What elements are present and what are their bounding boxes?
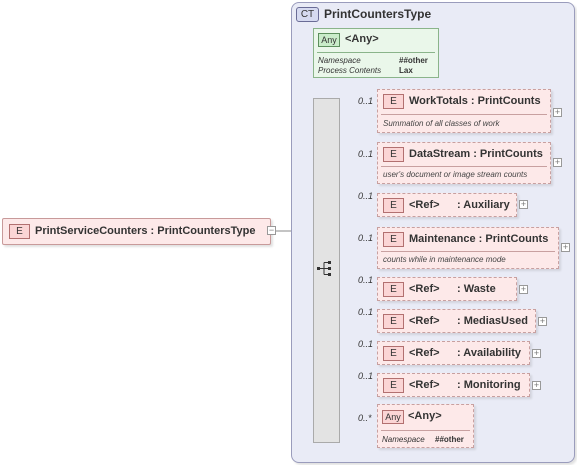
divider bbox=[381, 430, 470, 431]
cardinality: 0..1 bbox=[358, 275, 374, 285]
element-ref-mediasused[interactable]: E <Ref> : MediasUsed bbox=[377, 309, 536, 333]
cardinality: 0..1 bbox=[358, 339, 374, 349]
element-name: : Availability bbox=[457, 347, 521, 359]
namespace-label: Namespace bbox=[382, 435, 425, 444]
any-tag: Any bbox=[318, 33, 340, 47]
expand-toggle[interactable]: + bbox=[532, 381, 541, 390]
any-tag: Any bbox=[382, 410, 404, 424]
cardinality: 0..1 bbox=[358, 371, 374, 381]
root-element-name: PrintServiceCounters : PrintCountersType bbox=[35, 225, 256, 237]
expand-toggle[interactable]: + bbox=[519, 285, 528, 294]
element-ref-auxiliary[interactable]: E <Ref> : Auxiliary bbox=[377, 193, 517, 217]
namespace-label: Namespace bbox=[318, 56, 361, 65]
complex-type-title: PrintCountersType bbox=[324, 7, 432, 21]
namespace-value: ##other bbox=[435, 435, 464, 444]
complex-type-tag: CT bbox=[296, 7, 319, 22]
divider bbox=[381, 114, 547, 115]
element-tag: E bbox=[383, 232, 404, 247]
collapse-toggle[interactable]: − bbox=[267, 226, 276, 235]
element-name: DataStream : PrintCounts bbox=[409, 148, 543, 160]
element-ref-waste[interactable]: E <Ref> : Waste bbox=[377, 277, 517, 301]
any-element-name: <Any> bbox=[408, 410, 442, 422]
element-name: WorkTotals : PrintCounts bbox=[409, 95, 541, 107]
element-ref: <Ref> bbox=[409, 283, 440, 295]
any-element[interactable]: Any <Any> Namespace ##other bbox=[377, 404, 474, 448]
element-description: user's document or image stream counts bbox=[383, 170, 528, 179]
element-tag: E bbox=[383, 314, 404, 329]
namespace-value: ##other bbox=[399, 56, 428, 65]
element-tag: E bbox=[383, 378, 404, 393]
element-name: : Monitoring bbox=[457, 379, 521, 391]
expand-toggle[interactable]: + bbox=[553, 108, 562, 117]
element-name: : Waste bbox=[457, 283, 496, 295]
element-tag: E bbox=[383, 94, 404, 109]
element-name: : Auxiliary bbox=[457, 199, 510, 211]
element-tag: E bbox=[9, 224, 30, 239]
root-element[interactable]: E PrintServiceCounters : PrintCountersTy… bbox=[2, 218, 271, 245]
cardinality: 0..* bbox=[358, 413, 372, 423]
divider bbox=[381, 166, 547, 167]
element-ref: <Ref> bbox=[409, 199, 440, 211]
element-maintenance[interactable]: E Maintenance : PrintCounts counts while… bbox=[377, 227, 559, 269]
element-ref-monitoring[interactable]: E <Ref> : Monitoring bbox=[377, 373, 530, 397]
cardinality: 0..1 bbox=[358, 233, 374, 243]
cardinality: 0..1 bbox=[358, 149, 374, 159]
process-contents-label: Process Contents bbox=[318, 66, 382, 75]
element-tag: E bbox=[383, 198, 404, 213]
element-datastream[interactable]: E DataStream : PrintCounts user's docume… bbox=[377, 142, 551, 184]
element-name: Maintenance : PrintCounts bbox=[409, 233, 549, 245]
expand-toggle[interactable]: + bbox=[553, 158, 562, 167]
cardinality: 0..1 bbox=[358, 307, 374, 317]
element-ref: <Ref> bbox=[409, 347, 440, 359]
expand-toggle[interactable]: + bbox=[532, 349, 541, 358]
sequence-icon bbox=[317, 261, 331, 276]
element-worktotals[interactable]: E WorkTotals : PrintCounts Summation of … bbox=[377, 89, 551, 133]
cardinality: 0..1 bbox=[358, 191, 374, 201]
cardinality: 0..1 bbox=[358, 96, 374, 106]
element-tag: E bbox=[383, 147, 404, 162]
element-name: : MediasUsed bbox=[457, 315, 528, 327]
element-ref-availability[interactable]: E <Ref> : Availability bbox=[377, 341, 530, 365]
expand-toggle[interactable]: + bbox=[538, 317, 547, 326]
element-ref: <Ref> bbox=[409, 315, 440, 327]
any-attribute[interactable]: Any <Any> Namespace ##other Process Cont… bbox=[313, 28, 439, 78]
element-description: Summation of all classes of work bbox=[383, 119, 500, 128]
any-attribute-name: <Any> bbox=[345, 33, 379, 45]
element-ref: <Ref> bbox=[409, 379, 440, 391]
expand-toggle[interactable]: + bbox=[519, 200, 528, 209]
element-description: counts while in maintenance mode bbox=[383, 255, 506, 264]
divider bbox=[317, 52, 435, 53]
expand-toggle[interactable]: + bbox=[561, 243, 570, 252]
divider bbox=[381, 251, 555, 252]
element-tag: E bbox=[383, 346, 404, 361]
element-tag: E bbox=[383, 282, 404, 297]
process-contents-value: Lax bbox=[399, 66, 413, 75]
